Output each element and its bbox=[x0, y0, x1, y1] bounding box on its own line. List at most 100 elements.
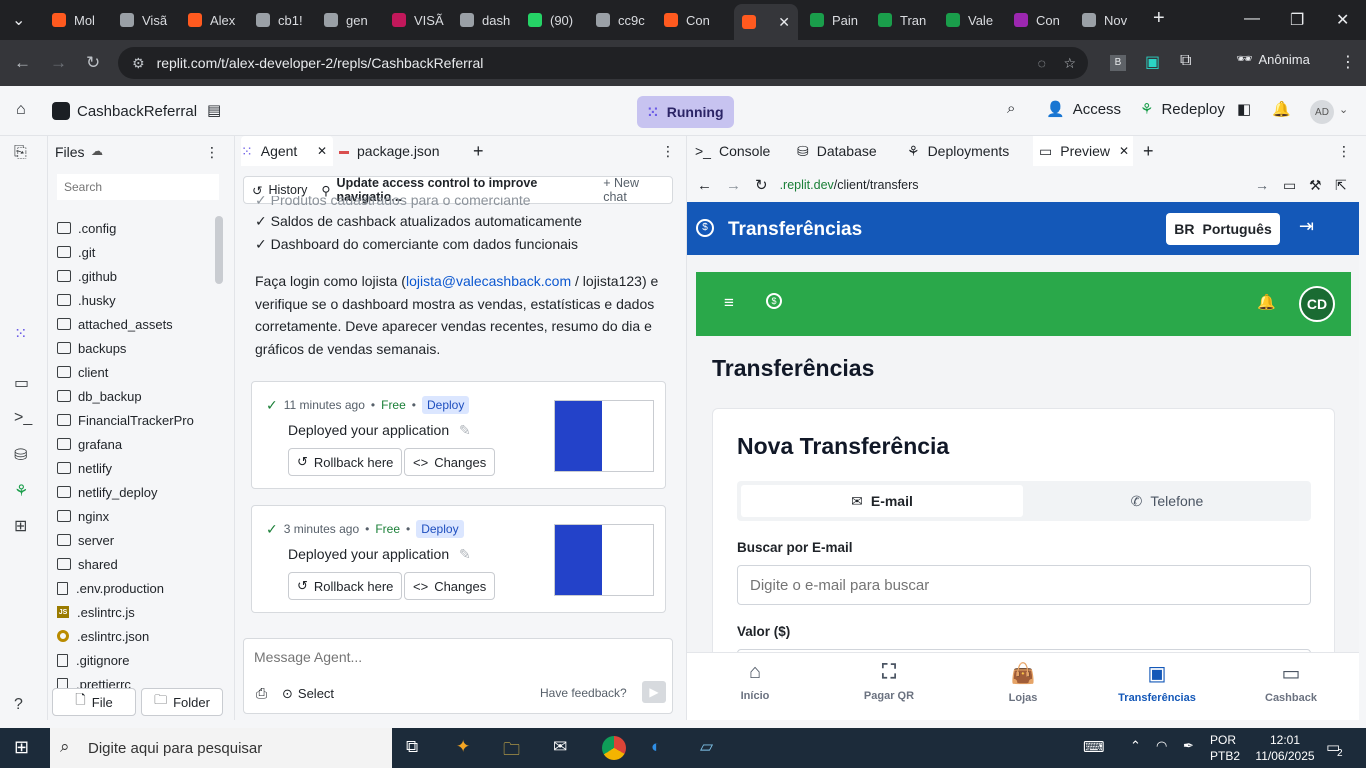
task-view-icon[interactable]: ⧉ bbox=[406, 737, 418, 757]
notifications-icon[interactable]: 🔔 bbox=[1272, 100, 1291, 118]
folder-item[interactable]: db_backup bbox=[49, 384, 214, 408]
tab-package-json[interactable]: ▬ package.json bbox=[339, 136, 440, 166]
tab-console[interactable]: >_ Console bbox=[695, 136, 770, 166]
folder-item[interactable]: FinancialTrackerPro bbox=[49, 408, 214, 432]
preview-forward-icon[interactable]: → bbox=[726, 177, 741, 194]
files-search-input[interactable] bbox=[57, 174, 219, 200]
attach-icon[interactable]: ⎙ bbox=[256, 685, 267, 702]
tab-database[interactable]: ⛁ Database bbox=[797, 136, 877, 166]
user-avatar[interactable]: AD bbox=[1310, 100, 1334, 124]
agent-tool-icon[interactable]: ⁙ bbox=[14, 324, 27, 344]
folder-item[interactable]: shared bbox=[49, 552, 214, 576]
avatar-chevron-icon[interactable]: ⌄ bbox=[1339, 103, 1348, 116]
nav-transfers[interactable]: ▣ Transferências bbox=[1112, 661, 1202, 704]
app-user-avatar[interactable]: CD bbox=[1299, 286, 1335, 322]
forward-icon[interactable]: → bbox=[50, 53, 67, 73]
home-icon[interactable]: ⌂ bbox=[16, 101, 26, 119]
close-tab-icon[interactable]: ✕ bbox=[317, 144, 327, 158]
email-search-input[interactable] bbox=[737, 565, 1311, 605]
browser-tab[interactable]: cb1! bbox=[248, 6, 310, 34]
files-menu-icon[interactable]: ⋮ bbox=[205, 144, 219, 161]
file-explorer-icon[interactable]: 🗀 bbox=[503, 737, 520, 766]
tab-agent[interactable]: ⁙ Agent ✕ bbox=[241, 136, 333, 166]
edit-icon[interactable]: ✎ bbox=[459, 422, 471, 438]
folder-item[interactable]: .config bbox=[49, 216, 214, 240]
mail-app-icon[interactable]: ✉ bbox=[553, 737, 567, 757]
folder-item[interactable]: attached_assets bbox=[49, 312, 214, 336]
reload-icon[interactable]: ↻ bbox=[86, 53, 100, 73]
select-element-button[interactable]: ⊙ Select bbox=[282, 686, 334, 702]
extension-icon[interactable]: ▣ bbox=[1145, 52, 1160, 72]
folder-item[interactable]: nginx bbox=[49, 504, 214, 528]
database-tool-icon[interactable]: ⛁ bbox=[14, 445, 27, 465]
preview-menu-icon[interactable]: ⋮ bbox=[1337, 136, 1351, 166]
edge-icon[interactable]: ◐ bbox=[651, 737, 661, 757]
project-info-icon[interactable]: ▤ bbox=[207, 101, 221, 119]
search-icon[interactable]: ⌕ bbox=[1007, 100, 1015, 117]
maximize-icon[interactable]: ❐ bbox=[1290, 10, 1304, 30]
deploy-screenshot-thumbnail[interactable] bbox=[554, 400, 654, 472]
pen-icon[interactable]: ✒ bbox=[1183, 738, 1194, 754]
new-folder-button[interactable]: 🗀 Folder bbox=[141, 688, 223, 716]
app-bell-icon[interactable]: 🔔 bbox=[1257, 293, 1276, 311]
browser-tab[interactable]: Nov bbox=[1074, 6, 1136, 34]
feedback-link[interactable]: Have feedback? bbox=[540, 686, 627, 700]
deploy-screenshot-thumbnail[interactable] bbox=[554, 524, 654, 596]
browser-tab[interactable]: (90) bbox=[520, 6, 582, 34]
browser-tab[interactable]: Vale bbox=[938, 6, 1000, 34]
browser-tab[interactable]: VISÃ bbox=[384, 6, 446, 34]
folder-item[interactable]: netlify_deploy bbox=[49, 480, 214, 504]
agent-menu-icon[interactable]: ⋮ bbox=[661, 136, 675, 166]
browser-tab[interactable]: cc9c bbox=[588, 6, 650, 34]
changes-button[interactable]: <> Changes bbox=[404, 572, 496, 600]
file-item[interactable]: .eslintrc.json bbox=[49, 624, 214, 648]
send-icon[interactable]: ▶ bbox=[642, 681, 666, 703]
nav-cashback[interactable]: ▭ Cashback bbox=[1246, 661, 1336, 704]
browser-tab[interactable]: Mol bbox=[44, 6, 106, 34]
browser-tab[interactable]: Con bbox=[1006, 6, 1068, 34]
browser-tab[interactable]: Con bbox=[656, 6, 718, 34]
language-indicator[interactable]: POR PTB2 bbox=[1210, 732, 1240, 764]
edit-icon[interactable]: ✎ bbox=[459, 546, 471, 562]
tab-phone[interactable]: ✆ Telefone bbox=[1027, 485, 1307, 517]
bookmark-star-icon[interactable]: ☆ bbox=[1063, 55, 1076, 72]
taskbar-search[interactable]: ⌕ Digite aqui para pesquisar bbox=[50, 728, 392, 768]
file-item[interactable]: .env.production bbox=[49, 576, 214, 600]
files-tool-icon[interactable]: ⎘ bbox=[14, 144, 27, 162]
folder-item[interactable]: backups bbox=[49, 336, 214, 360]
add-tab-icon[interactable]: + bbox=[1143, 136, 1154, 166]
address-bar[interactable]: ⚙ replit.com/t/alex-developer-2/repls/Ca… bbox=[118, 47, 1088, 79]
app-taskbar-icon[interactable]: ▱ bbox=[700, 737, 713, 757]
logout-icon[interactable]: ⇥ bbox=[1299, 216, 1314, 237]
tab-email[interactable]: ✉ E-mail bbox=[741, 485, 1023, 517]
console-tool-icon[interactable]: >_ bbox=[14, 409, 32, 427]
hamburger-menu-icon[interactable]: ≡ bbox=[724, 293, 734, 313]
extension-b-icon[interactable]: B bbox=[1110, 55, 1126, 71]
windows-start-icon[interactable]: ⊞ bbox=[14, 737, 29, 758]
message-agent-input[interactable] bbox=[254, 647, 654, 667]
nav-home[interactable]: ⌂ Início bbox=[710, 661, 800, 702]
incognito-profile[interactable]: 🕶 Anônima bbox=[1236, 51, 1310, 67]
deployments-tool-icon[interactable]: ⚘ bbox=[14, 481, 28, 501]
preview-tool-icon[interactable]: ▭ bbox=[14, 373, 29, 393]
back-icon[interactable]: ← bbox=[14, 53, 31, 73]
email-link[interactable]: lojista@valecashback.com bbox=[406, 273, 571, 289]
folder-item[interactable]: grafana bbox=[49, 432, 214, 456]
file-item[interactable]: JS .eslintrc.js bbox=[49, 600, 214, 624]
add-tab-icon[interactable]: + bbox=[473, 136, 484, 166]
run-status-button[interactable]: ⁙ Running bbox=[637, 96, 734, 128]
language-selector[interactable]: BR Português bbox=[1166, 213, 1280, 245]
folder-item[interactable]: .git bbox=[49, 240, 214, 264]
redeploy-button[interactable]: ⚘ Redeploy bbox=[1140, 100, 1225, 119]
chrome-taskbar-icon[interactable] bbox=[602, 736, 626, 760]
folder-item[interactable]: .husky bbox=[49, 288, 214, 312]
devtools-icon[interactable]: ⚒ bbox=[1309, 177, 1322, 194]
clock[interactable]: 12:01 11/06/2025 bbox=[1252, 732, 1318, 764]
chrome-menu-icon[interactable]: ⋮ bbox=[1340, 52, 1356, 72]
nav-stores[interactable]: 👜 Lojas bbox=[978, 661, 1068, 704]
preview-back-icon[interactable]: ← bbox=[697, 177, 712, 194]
browser-tab[interactable]: Tran bbox=[870, 6, 932, 34]
access-button[interactable]: 👤 Access bbox=[1046, 100, 1121, 119]
browser-tab[interactable]: Pain bbox=[802, 6, 864, 34]
nav-pay-qr[interactable]: ⛶ Pagar QR bbox=[844, 661, 934, 702]
